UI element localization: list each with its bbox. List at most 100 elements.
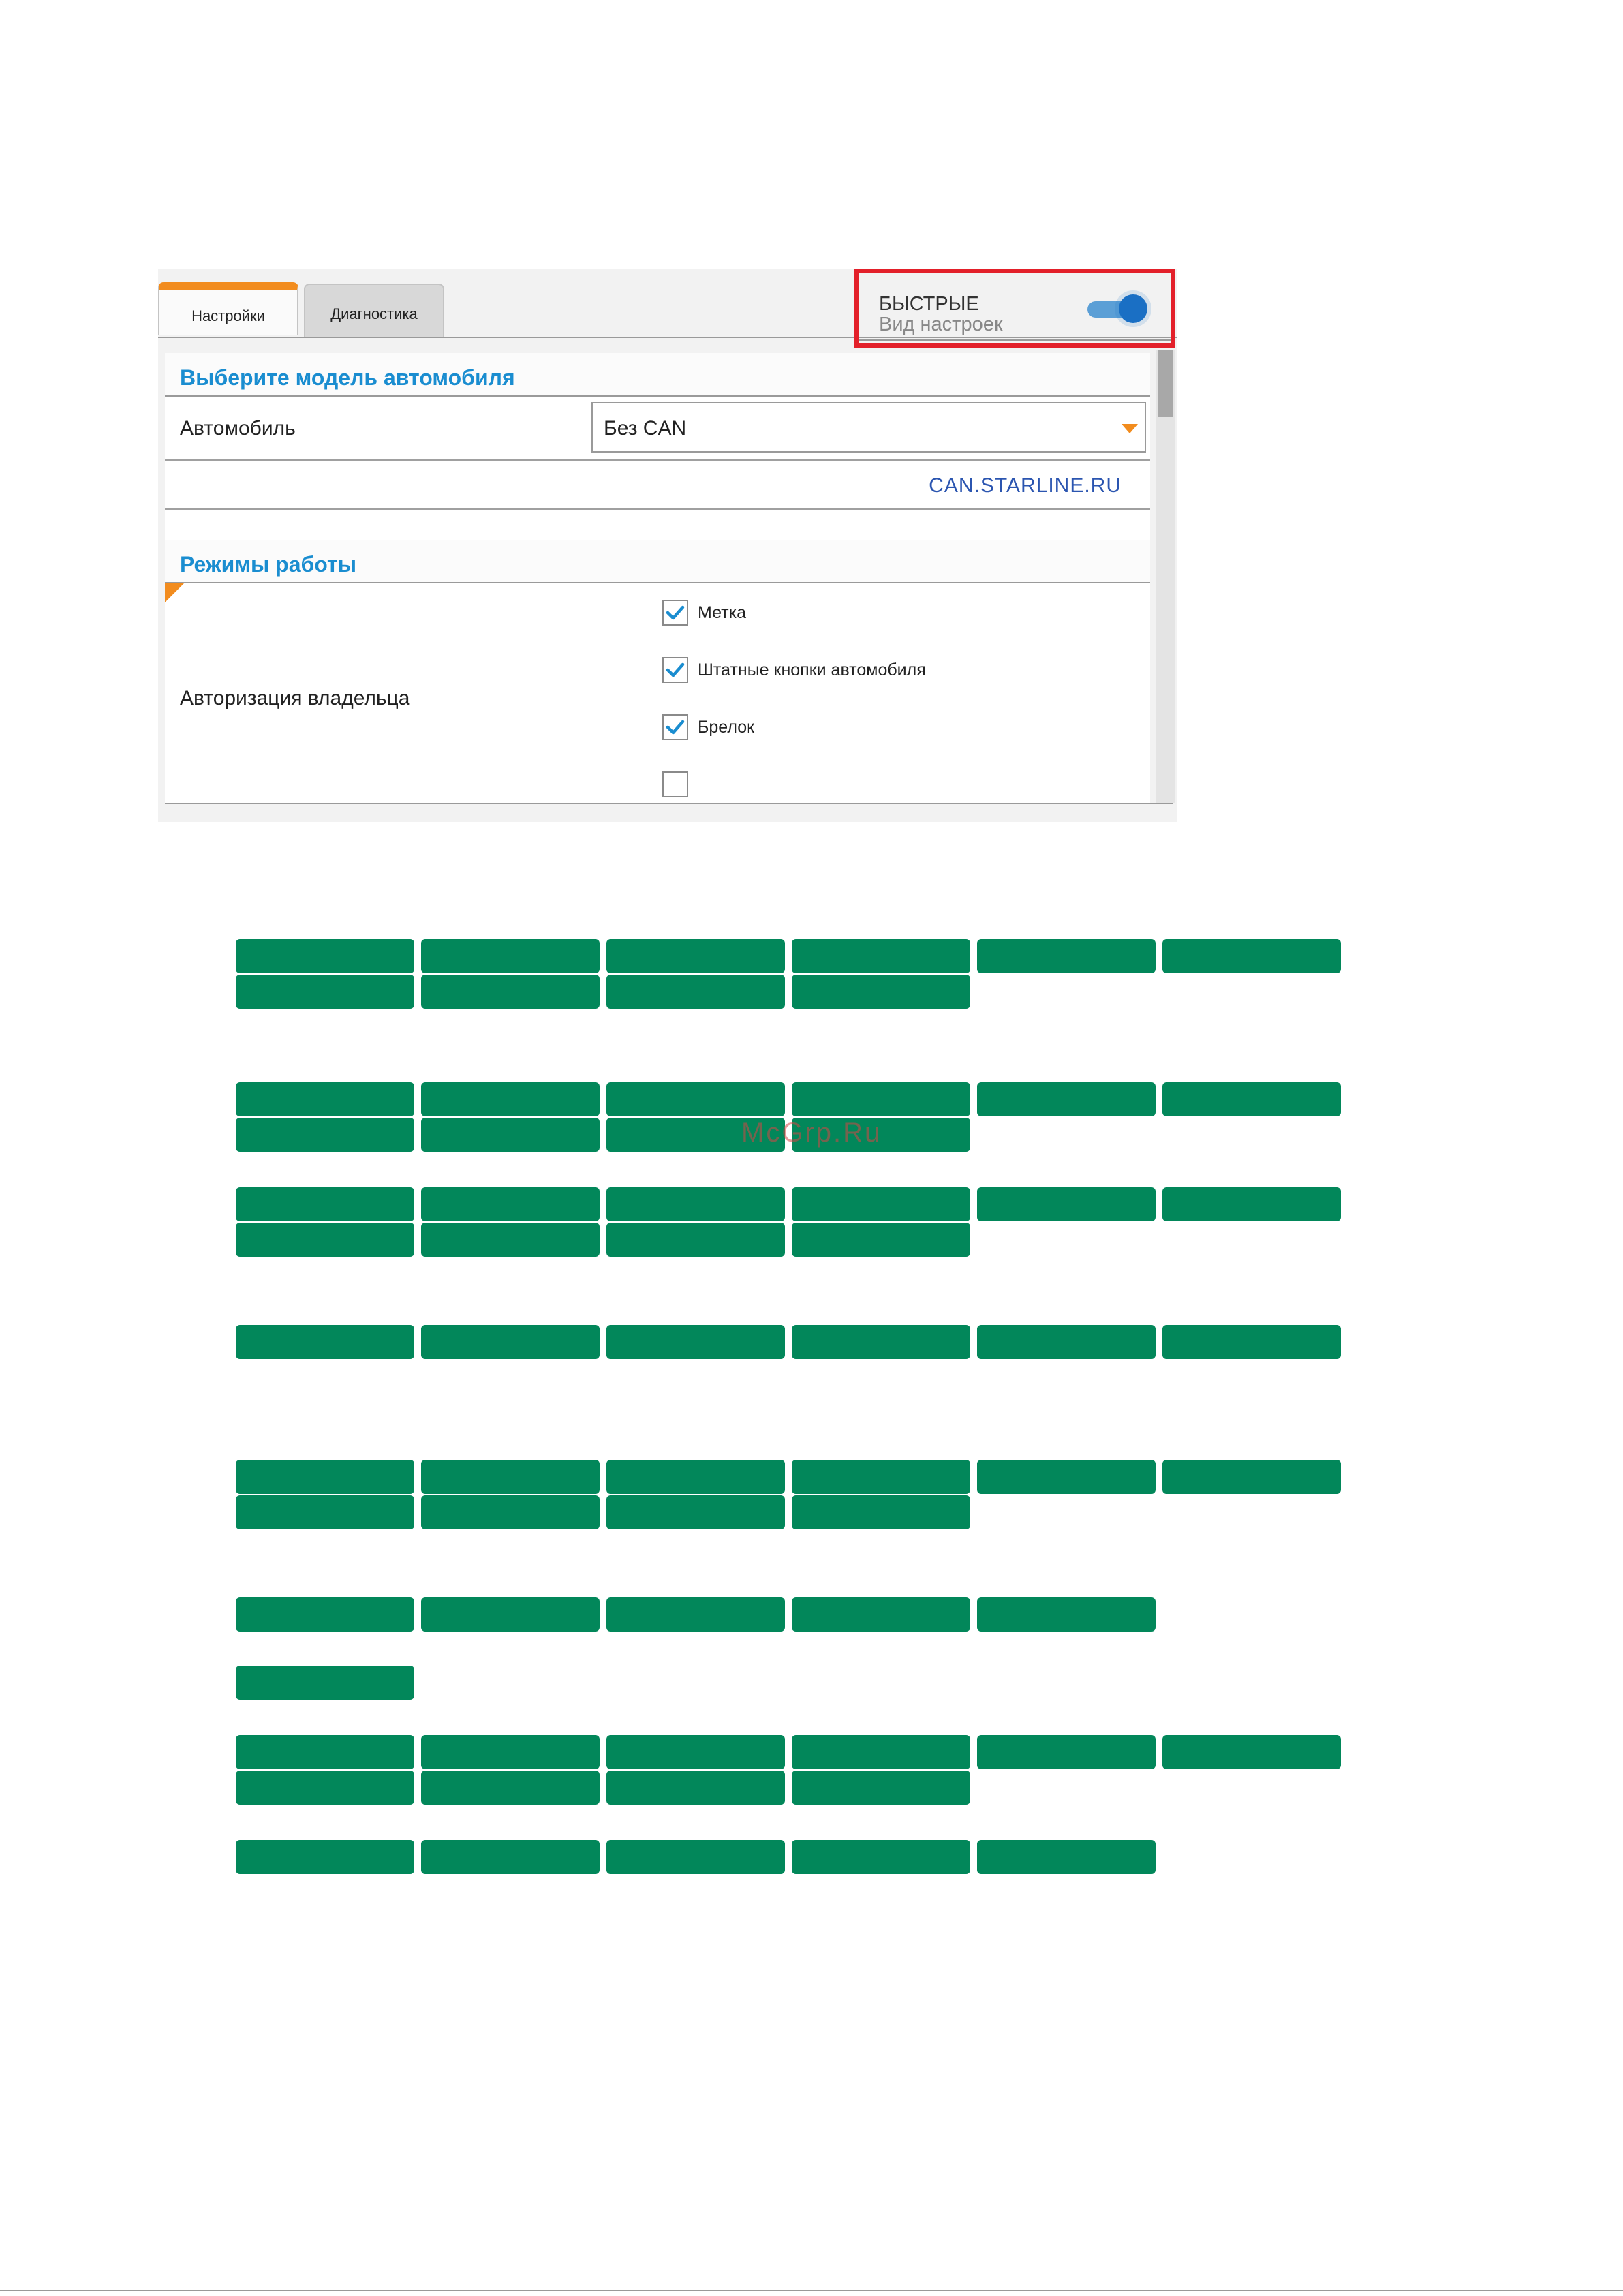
redaction-bar — [606, 1771, 785, 1805]
redaction-bar — [236, 1223, 414, 1257]
link-row: CAN.STARLINE.RU — [165, 461, 1150, 508]
redaction-bar — [606, 1082, 785, 1116]
redaction-bar — [236, 1495, 414, 1529]
redaction-bar — [977, 939, 1156, 973]
redaction-bar — [977, 1597, 1156, 1632]
vertical-scrollbar[interactable] — [1156, 350, 1175, 803]
redaction-bar — [421, 1118, 600, 1152]
divider — [165, 803, 1173, 804]
redaction-bar — [792, 1840, 970, 1874]
redaction-bar — [792, 1495, 970, 1529]
redaction-bar — [792, 1082, 970, 1116]
section-modes: Режимы работы — [165, 540, 1150, 583]
car-select-value: Без CAN — [604, 417, 687, 440]
can-starline-link[interactable]: CAN.STARLINE.RU — [929, 474, 1122, 498]
option-hidden[interactable] — [662, 771, 688, 797]
redaction-bar — [236, 1082, 414, 1116]
car-label: Автомобиль — [180, 417, 296, 440]
option-label: Брелок — [698, 717, 755, 737]
redaction-bar — [1162, 1187, 1341, 1221]
car-row: Автомобиль Без CAN — [165, 397, 1150, 459]
redaction-bar — [606, 1840, 785, 1874]
redaction-bar — [1162, 1082, 1341, 1116]
changed-marker-icon — [165, 583, 184, 602]
divider — [859, 339, 1171, 341]
redaction-bar — [977, 1735, 1156, 1769]
redaction-bar — [606, 1495, 785, 1529]
redaction-bar — [977, 1325, 1156, 1359]
option-keyfob[interactable]: Брелок — [662, 714, 754, 740]
redaction-bar — [606, 1223, 785, 1257]
redaction-bar — [792, 1735, 970, 1769]
redaction-bar — [1162, 939, 1341, 973]
redaction-bar — [606, 1597, 785, 1632]
auth-row: Авторизация владельца Метка Штатные кноп… — [165, 583, 1150, 803]
redaction-bar — [421, 1771, 600, 1805]
redaction-bar — [792, 1223, 970, 1257]
redaction-bar — [792, 1460, 970, 1494]
section-car-model: Выберите модель автомобиля — [165, 353, 1150, 397]
redaction-bar — [977, 1082, 1156, 1116]
redaction-bar — [421, 975, 600, 1009]
scroll-thumb[interactable] — [1158, 350, 1173, 417]
redaction-bar — [977, 1840, 1156, 1874]
redaction-bar — [792, 939, 970, 973]
redaction-bar — [421, 1840, 600, 1874]
redaction-bar — [1162, 1735, 1341, 1769]
check-icon — [666, 720, 685, 735]
checkbox[interactable] — [662, 657, 688, 683]
option-label: Метка — [698, 602, 747, 622]
redaction-bar — [421, 1495, 600, 1529]
section-heading: Выберите модель автомобиля — [180, 365, 515, 390]
redaction-bar — [421, 1735, 600, 1769]
settings-view-highlight: БЫСТРЫЕ Вид настроек — [854, 269, 1175, 348]
redaction-bar — [236, 1118, 414, 1152]
divider — [165, 508, 1150, 510]
redaction-bar — [1162, 1325, 1341, 1359]
tab-diagnostics[interactable]: Диагностика — [304, 284, 444, 337]
footer-line — [0, 2290, 1623, 2291]
checkbox[interactable] — [662, 771, 688, 797]
redaction-bar — [236, 1325, 414, 1359]
redaction-bar — [421, 1223, 600, 1257]
redaction-bar — [977, 1187, 1156, 1221]
check-icon — [666, 605, 685, 620]
redaction-bar — [236, 1460, 414, 1494]
checkbox[interactable] — [662, 714, 688, 740]
redaction-bar — [236, 975, 414, 1009]
settings-view-title: БЫСТРЫЕ — [879, 293, 979, 315]
settings-view-toggle[interactable] — [1087, 293, 1147, 324]
redaction-bar — [236, 939, 414, 973]
check-icon — [666, 662, 685, 677]
redaction-bar — [421, 939, 600, 973]
redaction-bar — [792, 1771, 970, 1805]
redaction-bar — [236, 1597, 414, 1632]
redaction-bar — [236, 1666, 414, 1700]
redaction-bar — [606, 1735, 785, 1769]
redaction-bar — [606, 939, 785, 973]
redaction-bar — [421, 1082, 600, 1116]
option-tag[interactable]: Метка — [662, 600, 746, 626]
redaction-bar — [606, 975, 785, 1009]
car-select[interactable]: Без CAN — [591, 402, 1146, 453]
section-heading: Режимы работы — [180, 552, 357, 577]
redaction-bar — [236, 1735, 414, 1769]
redaction-bar — [792, 1187, 970, 1221]
settings-content: Выберите модель автомобиля Автомобиль Бе… — [165, 353, 1150, 803]
redaction-bar — [606, 1325, 785, 1359]
redaction-bar — [236, 1840, 414, 1874]
redaction-bar — [236, 1771, 414, 1805]
redaction-bar — [606, 1187, 785, 1221]
redaction-bar — [792, 1597, 970, 1632]
redaction-bar — [421, 1187, 600, 1221]
tab-settings[interactable]: Настройки — [158, 282, 298, 335]
option-car-buttons[interactable]: Штатные кнопки автомобиля — [662, 657, 926, 683]
settings-screenshot: Настройки Диагностика БЫСТРЫЕ Вид настро… — [158, 269, 1177, 822]
watermark: McGrp.Ru — [741, 1118, 882, 1148]
redaction-bar — [421, 1597, 600, 1632]
redaction-bar — [977, 1460, 1156, 1494]
redaction-bar — [792, 975, 970, 1009]
checkbox[interactable] — [662, 600, 688, 626]
redaction-bar — [236, 1187, 414, 1221]
toggle-knob — [1119, 294, 1147, 323]
